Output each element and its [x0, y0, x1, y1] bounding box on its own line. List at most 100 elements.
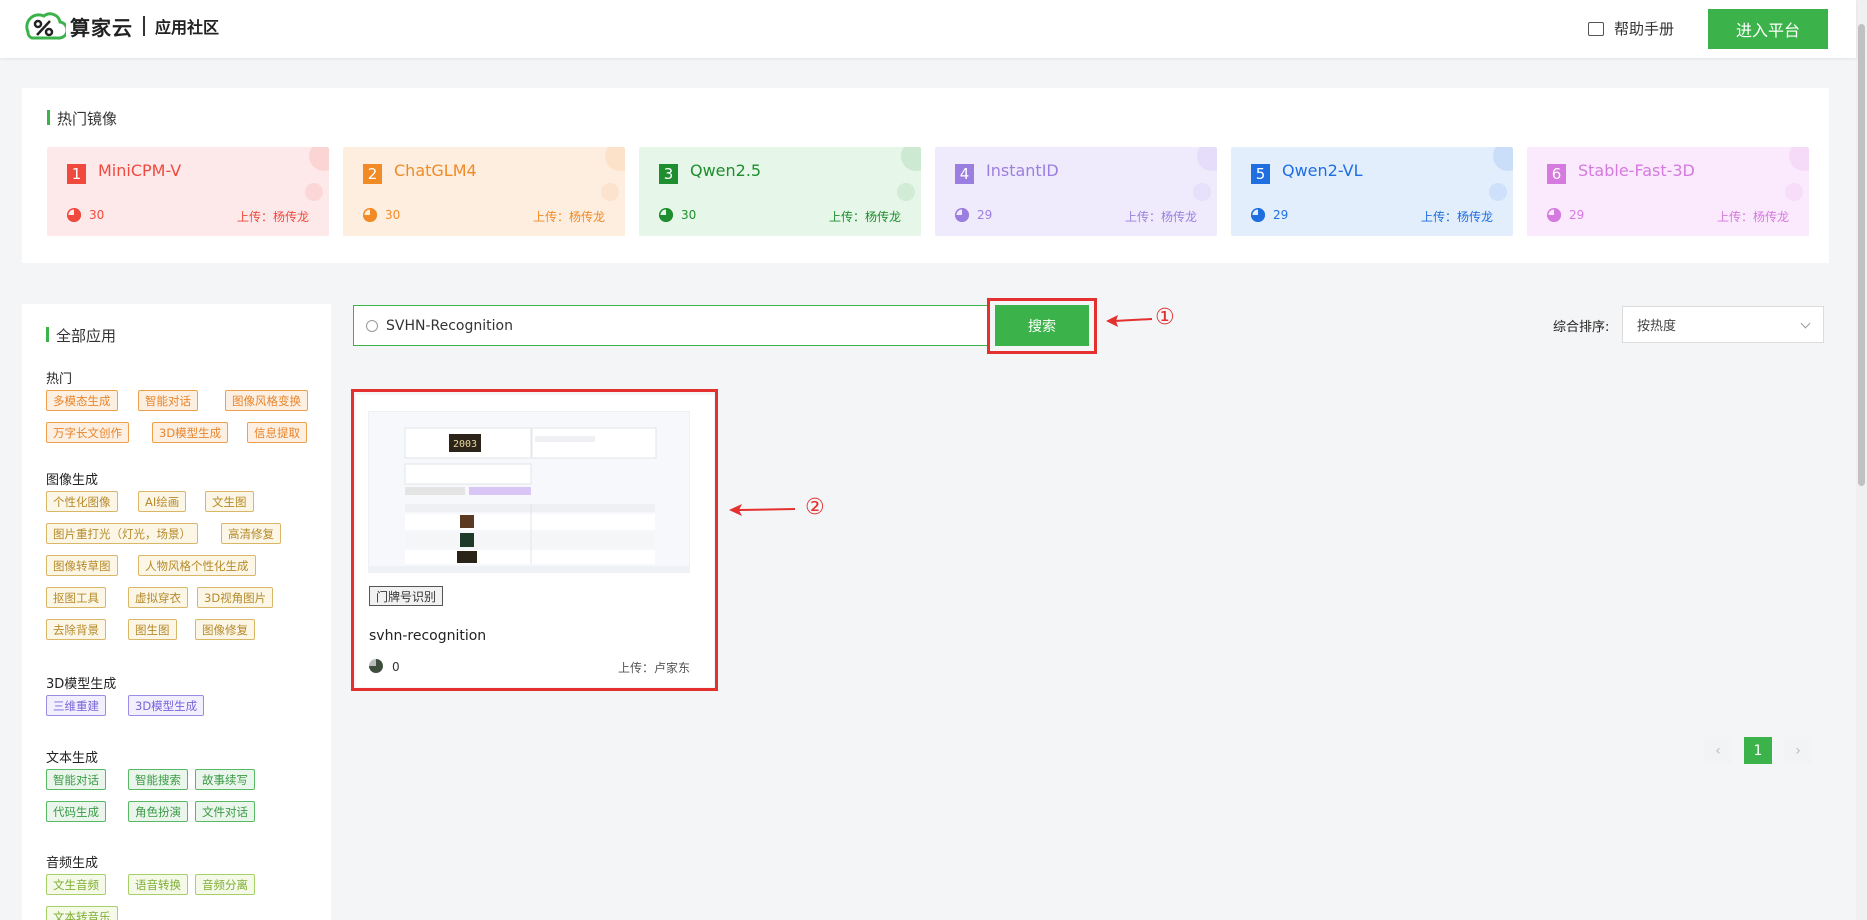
category-tag[interactable]: 文生音频	[46, 874, 106, 895]
category-tag[interactable]: 智能对话	[46, 769, 106, 790]
category-tag[interactable]: 智能对话	[138, 390, 198, 411]
category-tag[interactable]: 语音转换	[128, 874, 188, 895]
category-tag[interactable]: 文本转音乐	[46, 906, 118, 920]
annotation-arrow-1	[1106, 315, 1153, 327]
pagination-next[interactable]: ›	[1784, 737, 1812, 764]
views-pie-icon	[363, 208, 377, 222]
views-pie-icon	[1251, 208, 1265, 222]
category-title: 音频生成	[46, 856, 99, 871]
category-sidebar: 全部应用 热门 多模态生成 智能对话 图像风格变换 万字长文创作 3D模型生成 信息提取 图像…	[22, 304, 331, 920]
page-scrollbar[interactable]	[1856, 0, 1867, 920]
annotation-label-2: ②	[805, 495, 825, 520]
logo-icon	[25, 12, 66, 40]
category-tag[interactable]: 文生图	[205, 491, 254, 512]
category-tag[interactable]: 图生图	[128, 619, 177, 640]
category-tag[interactable]: 图像修复	[195, 619, 255, 640]
views-pie-icon	[1547, 208, 1561, 222]
views-pie-icon	[955, 208, 969, 222]
category-tag[interactable]: 虚拟穿衣	[128, 587, 188, 608]
highlight-box-result	[351, 389, 718, 691]
category-tag[interactable]: 高清修复	[221, 523, 281, 544]
hot-image-name: Stable-Fast-3D	[1578, 161, 1695, 180]
hot-image-card[interactable]: 1 MiniCPM-V 30 上传：杨传龙	[47, 147, 329, 236]
category-tag[interactable]: 信息提取	[247, 422, 307, 443]
category-tag[interactable]: 文件对话	[195, 801, 255, 822]
top-header: 算家云 应用社区 帮助手册 进入平台	[0, 0, 1856, 58]
enter-platform-button[interactable]: 进入平台	[1708, 9, 1828, 49]
category-tag[interactable]: 3D模型生成	[128, 695, 205, 716]
hot-image-name: ChatGLM4	[394, 161, 477, 180]
pagination-page-1[interactable]: 1	[1744, 737, 1772, 764]
logo[interactable]: 算家云 应用社区	[22, 10, 219, 42]
category-tag[interactable]: 3D视角图片	[197, 587, 274, 608]
category-tag[interactable]: 人物风格个性化生成	[138, 555, 256, 576]
highlight-box-search	[987, 298, 1097, 354]
rank-badge: 2	[363, 164, 382, 184]
hot-image-name: Qwen2.5	[690, 161, 762, 180]
category-tag[interactable]: 个性化图像	[46, 491, 118, 512]
hot-image-card[interactable]: 3 Qwen2.5 30 上传：杨传龙	[639, 147, 921, 236]
views-pie-icon	[659, 208, 673, 222]
hot-image-name: Qwen2-VL	[1282, 161, 1363, 180]
hot-image-views: 30	[89, 208, 105, 222]
category-title: 热门	[46, 372, 73, 387]
category-tag[interactable]: AI绘画	[138, 491, 187, 512]
hot-image-uploader: 上传：杨传龙	[1420, 210, 1493, 224]
hot-image-name: MiniCPM-V	[98, 161, 182, 180]
chevron-down-icon	[1800, 318, 1811, 329]
hot-image-views: 30	[385, 208, 401, 222]
section-name: 应用社区	[155, 18, 220, 37]
help-manual-label: 帮助手册	[1614, 20, 1675, 38]
hot-image-uploader: 上传：杨传龙	[532, 210, 605, 224]
hot-image-uploader: 上传：杨传龙	[828, 210, 901, 224]
rank-badge: 3	[659, 164, 678, 184]
search-field[interactable]	[353, 305, 988, 346]
category-tag[interactable]: 代码生成	[46, 801, 106, 822]
category-title: 图像生成	[46, 473, 99, 488]
category-tag[interactable]: 三维重建	[46, 695, 106, 716]
annotation-arrow-2	[729, 504, 796, 516]
annotation-label-1: ①	[1155, 305, 1175, 330]
category-tag[interactable]: 万字长文创作	[46, 422, 129, 443]
hot-images-title: 热门镜像	[47, 108, 117, 129]
sort-select[interactable]: 按热度	[1622, 306, 1824, 343]
help-manual-link[interactable]: 帮助手册	[1588, 18, 1674, 39]
category-tag[interactable]: 图像转草图	[46, 555, 118, 576]
rank-badge: 4	[955, 164, 974, 184]
hot-image-card[interactable]: 4 InstantID 29 上传：杨传龙	[935, 147, 1217, 236]
category-tag[interactable]: 多模态生成	[46, 390, 118, 411]
category-tag[interactable]: 音频分离	[195, 874, 255, 895]
scrollbar-thumb[interactable]	[1858, 24, 1865, 486]
hot-image-views: 30	[681, 208, 697, 222]
category-title: 3D模型生成	[46, 677, 117, 692]
hot-image-views: 29	[1273, 208, 1289, 222]
category-tag[interactable]: 图片重打光（灯光，场景）	[46, 523, 198, 544]
category-title: 文本生成	[46, 751, 99, 766]
hot-image-uploader: 上传：杨传龙	[236, 210, 309, 224]
category-tag[interactable]: 智能搜索	[128, 769, 188, 790]
hot-image-card[interactable]: 6 Stable-Fast-3D 29 上传：杨传龙	[1527, 147, 1809, 236]
category-tag[interactable]: 抠图工具	[46, 587, 106, 608]
hot-images-panel: 热门镜像 1 MiniCPM-V 30 上传：杨传龙 2 ChatGLM4 30 上传：杨传龙…	[22, 88, 1829, 263]
category-tag[interactable]: 图像风格变换	[225, 390, 308, 411]
logo-divider	[143, 16, 145, 36]
hot-image-views: 29	[977, 208, 993, 222]
brand-name: 算家云	[70, 15, 133, 40]
rank-badge: 5	[1251, 164, 1270, 184]
all-apps-title: 全部应用	[46, 325, 116, 346]
hot-image-name: InstantID	[986, 161, 1059, 180]
category-tag[interactable]: 3D模型生成	[152, 422, 229, 443]
category-tag[interactable]: 去除背景	[46, 619, 106, 640]
hot-image-card[interactable]: 2 ChatGLM4 30 上传：杨传龙	[343, 147, 625, 236]
search-input[interactable]	[386, 317, 946, 334]
views-pie-icon	[67, 208, 81, 222]
category-tag[interactable]: 故事续写	[195, 769, 255, 790]
book-icon	[1588, 21, 1604, 36]
pagination-prev[interactable]: ‹	[1704, 737, 1732, 764]
rank-badge: 1	[67, 164, 86, 184]
category-tag[interactable]: 角色扮演	[128, 801, 188, 822]
sort-label: 综合排序:	[1553, 320, 1610, 335]
hot-image-uploader: 上传：杨传龙	[1716, 210, 1789, 224]
rank-badge: 6	[1547, 164, 1566, 184]
hot-image-card[interactable]: 5 Qwen2-VL 29 上传：杨传龙	[1231, 147, 1513, 236]
